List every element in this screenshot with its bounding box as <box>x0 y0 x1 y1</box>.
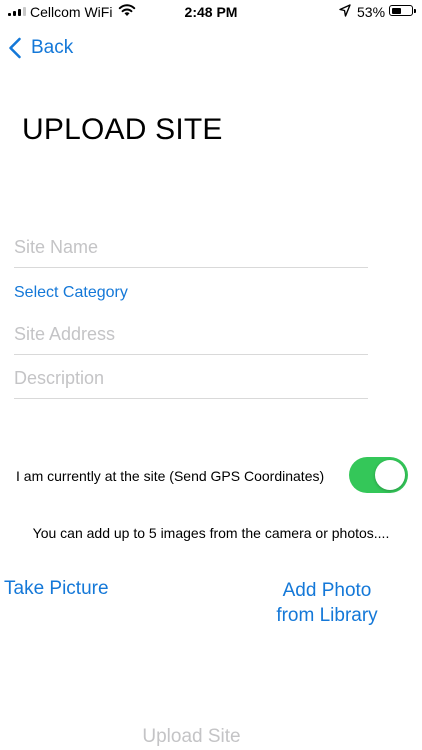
page-title: UPLOAD SITE <box>22 113 223 146</box>
description-input[interactable] <box>14 359 368 397</box>
site-name-input[interactable] <box>14 228 368 266</box>
site-address-field <box>14 315 368 355</box>
status-bar: Cellcom WiFi 2:48 PM 53% <box>0 0 422 26</box>
add-photo-label-line2: from Library <box>276 605 378 626</box>
back-button[interactable]: Back <box>8 34 73 62</box>
divider <box>14 267 368 268</box>
take-picture-button[interactable]: Take Picture <box>4 578 109 600</box>
gps-label: I am currently at the site (Send GPS Coo… <box>16 468 325 484</box>
battery-icon <box>389 5 416 16</box>
back-label: Back <box>31 37 74 58</box>
location-arrow-icon <box>339 4 351 17</box>
add-photo-label-line1: Add Photo <box>282 580 372 601</box>
images-info-text: You can add up to 5 images from the came… <box>32 525 390 541</box>
add-photo-from-library-button[interactable]: Add Photo from Library <box>266 578 388 628</box>
select-category-button[interactable]: Select Category <box>14 284 128 302</box>
description-field <box>14 359 368 399</box>
upload-site-button[interactable]: Upload Site <box>0 726 383 748</box>
divider <box>14 398 368 399</box>
site-address-input[interactable] <box>14 315 368 353</box>
chevron-left-icon <box>9 37 21 59</box>
toggle-knob <box>375 460 405 490</box>
gps-toggle[interactable] <box>349 457 408 493</box>
divider <box>14 354 368 355</box>
site-name-field <box>14 228 368 268</box>
battery-percent: 53% <box>357 4 386 20</box>
